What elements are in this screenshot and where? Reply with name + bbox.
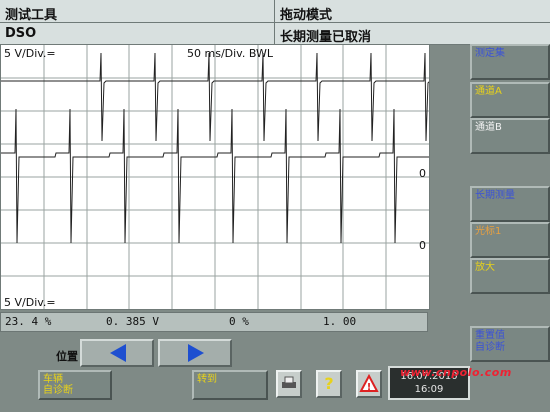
position-label: 位置 (56, 350, 78, 363)
instrument-label: DSO (5, 26, 37, 41)
header-divider-h (0, 22, 550, 23)
help-button[interactable]: ? (316, 370, 342, 398)
zero-marker-a: 0 (419, 167, 426, 180)
position-right-button[interactable] (158, 339, 232, 367)
watermark: www.cnpolo.com (400, 366, 512, 379)
svg-text:!: ! (367, 382, 372, 393)
timebase-label: 50 ms/Div. BWL (187, 47, 273, 60)
status-text: 长期测量已取消 (280, 30, 372, 45)
position-left-button[interactable] (80, 339, 154, 367)
arrow-left-icon (110, 344, 126, 362)
long-measure-button[interactable]: 长期测量 (470, 186, 550, 222)
oscilloscope-display[interactable]: 5 V/Div.= 50 ms/Div. BWL 5 V/Div.= 0 0 (0, 44, 430, 310)
readout-percent: 0 % (229, 315, 249, 328)
title-bar: 测试工具 拖动模式 DSO 长期测量已取消 (0, 0, 550, 45)
reset-button[interactable]: 重置值 自诊断 (470, 326, 550, 362)
time-text: 16:09 (414, 384, 444, 395)
readout-voltage: 0. 385 V (106, 315, 159, 328)
scope-grid-and-trace (1, 45, 429, 309)
setup-button[interactable]: 测定集 (470, 44, 550, 80)
goto-button[interactable]: 转到 (192, 370, 268, 400)
zero-marker-b: 0 (419, 239, 426, 252)
readout-duty: 23. 4 % (5, 315, 52, 328)
voltage-scale-bottom: 5 V/Div.= (4, 296, 56, 309)
measurement-readout: 23. 4 % 0. 385 V 0 % 1. 00 (0, 312, 428, 332)
channel-b-button[interactable]: 通道B (470, 118, 550, 154)
warning-icon: ! (359, 373, 379, 393)
header-divider-v (274, 0, 275, 44)
warning-button[interactable]: ! (356, 370, 382, 398)
channel-a-button[interactable]: 通道A (470, 82, 550, 118)
vehicle-diagnosis-button[interactable]: 车辆 自诊断 (38, 370, 112, 400)
mode-label: 拖动模式 (280, 8, 333, 23)
app-title: 测试工具 (5, 8, 58, 23)
print-button[interactable] (276, 370, 302, 398)
voltage-scale-top: 5 V/Div.= (4, 47, 56, 60)
cursor-button[interactable]: 光标1 (470, 222, 550, 258)
zoom-button[interactable]: 放大 (470, 258, 550, 294)
readout-ratio: 1. 00 (323, 315, 357, 328)
printer-icon (282, 376, 296, 388)
arrow-right-icon (188, 344, 204, 362)
